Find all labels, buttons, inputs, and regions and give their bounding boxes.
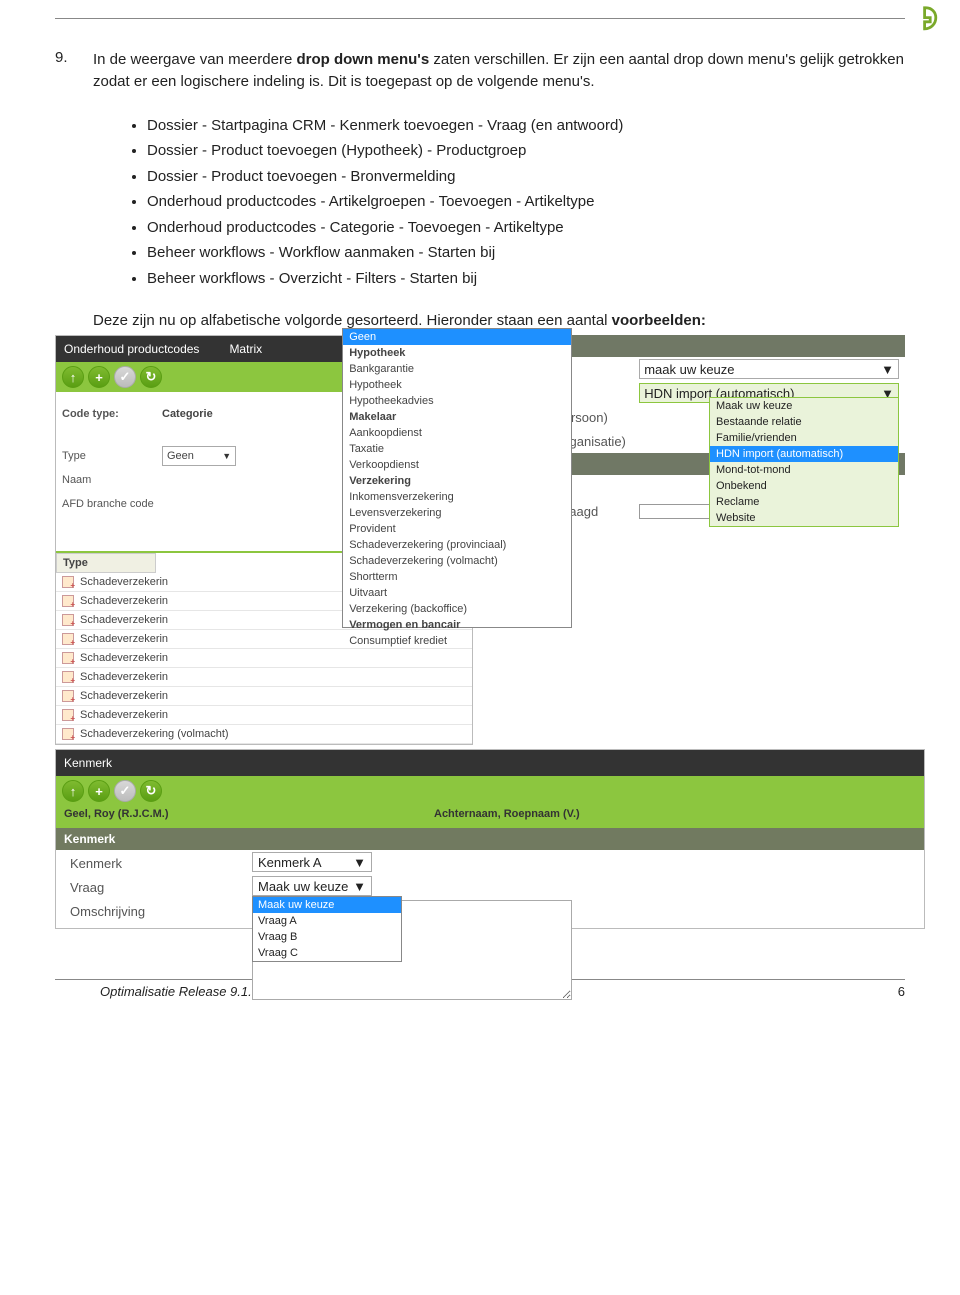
row-icon — [62, 671, 74, 683]
dropdown-option[interactable]: Aankoopdienst — [343, 425, 571, 441]
person-name-1: Geel, Roy (R.J.C.M.) — [64, 808, 434, 826]
dropdown-option[interactable]: Consumptief krediet — [343, 633, 571, 649]
bullet-item: Beheer workflows - Overzicht - Filters -… — [147, 268, 905, 291]
bullet-item: Onderhoud productcodes - Categorie - Toe… — [147, 217, 905, 240]
dropdown-option[interactable]: Taxatie — [343, 441, 571, 457]
footer-title: Optimalisatie Release 9.1.1 — [100, 984, 259, 999]
table-row[interactable]: Schadeverzekerin — [56, 668, 472, 687]
kenmerk-title: Kenmerk — [64, 756, 112, 770]
dropdown-option[interactable]: Vraag A — [253, 913, 401, 929]
list-number: 9. — [55, 49, 79, 93]
dropdown-option[interactable]: Onbekend — [710, 478, 898, 494]
dropdown-option[interactable]: Bestaande relatie — [710, 414, 898, 430]
row-icon — [62, 633, 74, 645]
vraag-select[interactable]: Maak uw keuze▼ — [252, 876, 372, 896]
page-number: 6 — [898, 984, 905, 999]
dropdown-option[interactable]: Website — [710, 510, 898, 526]
omschrijving-label: Omschrijving — [62, 900, 252, 923]
dropdown-option[interactable]: Bankgarantie — [343, 361, 571, 377]
add-icon[interactable]: + — [88, 366, 110, 388]
code-type-value: Categorie — [162, 408, 213, 420]
vraag-dropdown-list[interactable]: Maak uw keuzeVraag AVraag BVraag C — [252, 896, 402, 962]
table-row[interactable]: Schadeverzekerin — [56, 649, 472, 668]
dropdown-option[interactable]: Hypotheek — [343, 345, 571, 361]
row-icon — [62, 576, 74, 588]
check-icon[interactable]: ✓ — [114, 780, 136, 802]
dropdown-option[interactable]: Schadeverzekering (provinciaal) — [343, 537, 571, 553]
up-icon[interactable]: ↑ — [62, 366, 84, 388]
campagne-select[interactable]: maak uw keuze▼ — [639, 359, 899, 379]
dropdown-option[interactable]: Vraag C — [253, 945, 401, 961]
dropdown-option[interactable]: Maak uw keuze — [710, 398, 898, 414]
type-label: Type — [62, 450, 162, 462]
dropdown-option[interactable]: Shortterm — [343, 569, 571, 585]
type-dropdown-list[interactable]: GeenHypotheekBankgarantieHypotheekHypoth… — [342, 328, 572, 628]
afd-label: AFD branche code — [62, 498, 202, 510]
dropdown-option[interactable]: Levensverzekering — [343, 505, 571, 521]
row-icon — [62, 709, 74, 721]
dropdown-option[interactable]: Makelaar — [343, 409, 571, 425]
dropdown-option[interactable]: Geen — [343, 329, 571, 345]
bullet-item: Dossier - Product toevoegen (Hypotheek) … — [147, 140, 905, 163]
bullet-item: Dossier - Product toevoegen - Bronvermel… — [147, 166, 905, 189]
bullet-item: Onderhoud productcodes - Artikelgroepen … — [147, 191, 905, 214]
dropdown-option[interactable]: Verkoopdienst — [343, 457, 571, 473]
dropdown-option[interactable]: Inkomensverzekering — [343, 489, 571, 505]
dropdown-option[interactable]: Verzekering (backoffice) — [343, 601, 571, 617]
bullet-item: Dossier - Startpagina CRM - Kenmerk toev… — [147, 115, 905, 138]
row-icon — [62, 728, 74, 740]
kenmerk-label: Kenmerk — [62, 852, 252, 875]
dropdown-option[interactable]: Reclame — [710, 494, 898, 510]
dropdown-option[interactable]: Provident — [343, 521, 571, 537]
dropdown-option[interactable]: HDN import (automatisch) — [710, 446, 898, 462]
dropdown-option[interactable]: Hypotheek — [343, 377, 571, 393]
table-row[interactable]: Schadeverzekerin — [56, 687, 472, 706]
row-icon — [62, 652, 74, 664]
tab-matrix[interactable]: Matrix — [229, 342, 262, 356]
vraag-label: Vraag — [62, 876, 252, 899]
kenmerk-select[interactable]: Kenmerk A▼ — [252, 852, 372, 872]
table-row[interactable]: Schadeverzekering (volmacht) — [56, 725, 472, 744]
screenshot-kenmerk: Kenmerk ↑ + ✓ ↻ Geel, Roy (R.J.C.M.) Ach… — [55, 749, 925, 929]
dropdown-option[interactable]: Uitvaart — [343, 585, 571, 601]
refresh-icon[interactable]: ↻ — [140, 780, 162, 802]
naam-label: Naam — [62, 474, 162, 486]
dropdown-option[interactable]: Schadeverzekering (volmacht) — [343, 553, 571, 569]
dropdown-option[interactable]: Hypotheekadvies — [343, 393, 571, 409]
dropdown-option[interactable]: Vraag B — [253, 929, 401, 945]
up-icon[interactable]: ↑ — [62, 780, 84, 802]
dropdown-option[interactable]: Vermogen en bancair — [343, 617, 571, 633]
post-paragraph: Deze zijn nu op alfabetische volgorde ge… — [93, 312, 905, 329]
dropdown-option[interactable]: Verzekering — [343, 473, 571, 489]
bullet-item: Beheer workflows - Workflow aanmaken - S… — [147, 242, 905, 265]
add-icon[interactable]: + — [88, 780, 110, 802]
dropdown-option[interactable]: Familie/vrienden — [710, 430, 898, 446]
dropdown-option[interactable]: Maak uw keuze — [253, 897, 401, 913]
row-icon — [62, 690, 74, 702]
window-title: Onderhoud productcodes — [64, 342, 199, 356]
type-select[interactable]: Geen▼ — [162, 446, 236, 466]
dropdown-option[interactable]: Mond-tot-mond — [710, 462, 898, 478]
person-name-2: Achternaam, Roepnaam (V.) — [434, 808, 580, 826]
table-row[interactable]: Schadeverzekerin — [56, 706, 472, 725]
code-type-label: Code type: — [62, 408, 119, 420]
type-column-header: Type — [56, 553, 156, 573]
refresh-icon[interactable]: ↻ — [140, 366, 162, 388]
bron-dropdown-list[interactable]: Maak uw keuzeBestaande relatieFamilie/vr… — [709, 397, 899, 527]
brand-logo — [912, 5, 940, 33]
screenshot-productcodes: Onderhoud productcodes Matrix Code n ↑ +… — [55, 335, 473, 745]
bullet-list: Dossier - Startpagina CRM - Kenmerk toev… — [129, 115, 905, 291]
check-icon[interactable]: ✓ — [114, 366, 136, 388]
row-icon — [62, 595, 74, 607]
intro-paragraph: In de weergave van meerdere drop down me… — [93, 49, 905, 93]
row-icon — [62, 614, 74, 626]
kenmerk-section: Kenmerk — [56, 828, 924, 850]
